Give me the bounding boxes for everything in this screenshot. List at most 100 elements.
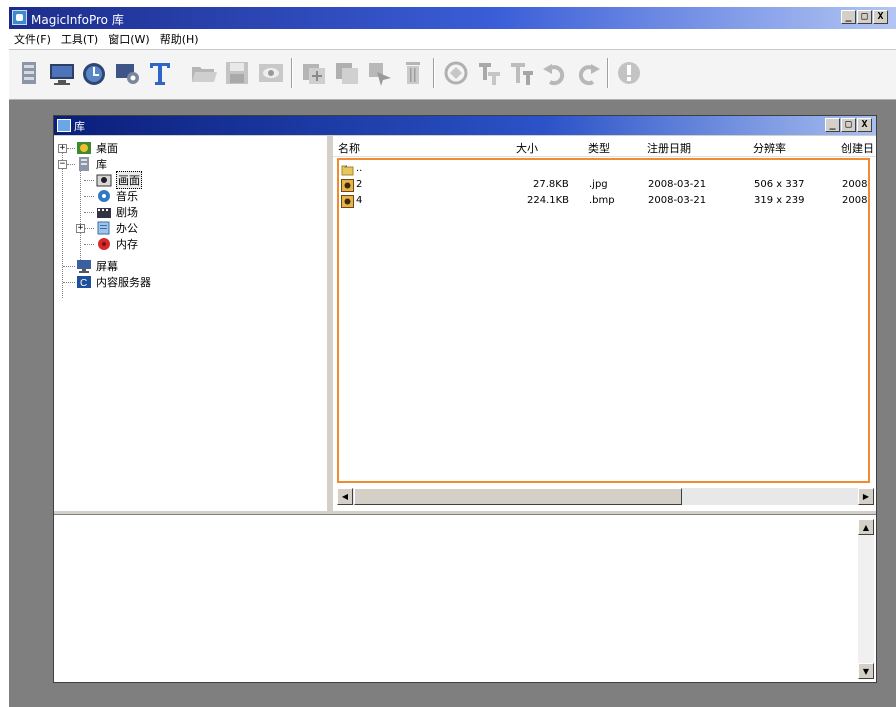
file-list-pane: 名称 大小 类型 注册日期 分辨率 创建日 .. 2 27.8KB .jpg 2… [333,136,876,511]
settings-icon[interactable] [112,58,142,88]
file-size: 27.8KB [533,179,569,190]
open-folder-icon[interactable] [189,58,219,88]
screen-icon[interactable] [47,58,77,88]
scroll-down-button[interactable]: ▼ [858,663,874,679]
menu-window[interactable]: 窗口(W) [103,31,154,47]
app-icon [12,10,27,25]
monitor-icon [76,259,92,273]
library-minimize-button[interactable]: _ [825,118,840,132]
menu-file[interactable]: 文件(F) [9,31,56,47]
library-icon [76,157,92,171]
file-size: 224.1KB [527,195,570,206]
horizontal-scrollbar[interactable]: ◀ ▶ [337,488,874,505]
music-icon [96,189,112,203]
tree-label-theater: 剧场 [116,206,138,219]
file-date: 2008-03-21 [648,195,707,206]
sync-icon[interactable] [441,58,471,88]
tree-label-memory: 内存 [116,238,138,251]
redo-icon[interactable] [573,58,603,88]
tree-item-memory[interactable]: 内存 [96,236,138,252]
horizontal-scroll-thumb[interactable] [354,488,682,505]
library-close-button[interactable]: X [857,118,872,132]
menu-bar: 文件(F) 工具(T) 窗口(W) 帮助(H) [9,29,896,50]
tree-label-screen: 屏幕 [96,260,118,273]
image-file-icon [341,179,354,192]
parent-folder-icon [341,163,354,176]
undo-icon[interactable] [540,58,570,88]
preview-icon[interactable] [256,58,286,88]
tree-item-theater[interactable]: 剧场 [96,204,138,220]
tree-item-office[interactable]: 办公 [96,220,138,236]
library-window: 库 _ □ X + 桌面 − 库 画面 音乐 剧场 + 办公 内存 屏幕 C 内… [53,115,877,683]
library-icon[interactable] [14,58,44,88]
delete-icon[interactable] [398,58,428,88]
save-icon[interactable] [222,58,252,88]
text-align-icon[interactable] [474,58,504,88]
file-name: 2 [356,179,363,190]
parent-folder-label: .. [356,163,363,174]
image-icon [96,173,112,187]
vertical-scrollbar[interactable]: ▲ ▼ [858,519,874,679]
desktop-icon [76,141,92,155]
tree-item-content-server[interactable]: C 内容服务器 [76,274,151,290]
expand-office-toggle[interactable]: + [76,224,85,233]
tree-label-image: 画面 [116,171,142,189]
library-window-icon [57,119,71,132]
scroll-right-button[interactable]: ▶ [858,488,874,505]
file-type: .bmp [589,195,615,206]
expand-desktop-toggle[interactable]: + [58,144,67,153]
tree-item-image[interactable]: 画面 [96,171,142,189]
file-date: 2008-03-21 [648,179,707,190]
tree-label-music: 音乐 [116,190,138,203]
app-title: MagicInfoPro 库 [31,13,124,27]
column-name[interactable]: 名称 [338,140,360,156]
menu-tools[interactable]: 工具(T) [56,31,103,47]
file-name: 4 [356,195,363,206]
column-date[interactable]: 注册日期 [647,140,691,156]
tree-label-office: 办公 [116,222,138,235]
image-file-icon [341,195,354,208]
tree-label-content-server: 内容服务器 [96,276,151,289]
scroll-left-button[interactable]: ◀ [337,488,353,505]
file-resolution: 506 x 337 [754,179,805,190]
close-button[interactable]: X [873,10,888,24]
film-icon [96,205,112,219]
column-resolution[interactable]: 分辨率 [753,140,786,156]
server-icon: C [76,275,92,289]
office-icon [96,221,112,235]
info-icon[interactable] [614,58,644,88]
file-list: .. 2 27.8KB .jpg 2008-03-21 506 x 337 20… [337,158,870,483]
tree-item-library[interactable]: 库 [76,156,107,172]
scroll-up-button[interactable]: ▲ [858,519,874,535]
file-resolution: 319 x 239 [754,195,805,206]
tree-item-screen[interactable]: 屏幕 [76,258,118,274]
column-created[interactable]: 创建日 [841,140,874,156]
table-row[interactable]: 2 27.8KB .jpg 2008-03-21 506 x 337 2008 [339,178,868,194]
menu-help[interactable]: 帮助(H) [155,31,204,47]
table-row[interactable]: 4 224.1KB .bmp 2008-03-21 319 x 239 2008 [339,194,868,210]
minimize-button[interactable]: _ [841,10,856,24]
preview-pane: ▲ ▼ [54,514,876,682]
library-maximize-button[interactable]: □ [841,118,856,132]
file-created: 2008 [842,195,868,206]
library-title-bar[interactable]: 库 _ □ X [54,116,876,135]
svg-text:C: C [80,278,87,289]
tree-label-library: 库 [96,158,107,171]
transfer-icon[interactable] [365,58,395,88]
text-format-icon[interactable] [507,58,537,88]
schedule-icon[interactable] [79,58,109,88]
text-icon[interactable] [145,58,175,88]
maximize-button[interactable]: □ [857,10,872,24]
copy-page-icon[interactable] [332,58,362,88]
collapse-library-toggle[interactable]: − [58,160,67,169]
tree-item-music[interactable]: 音乐 [96,188,138,204]
new-page-icon[interactable] [299,58,329,88]
main-title-bar[interactable]: MagicInfoPro 库 _ □ X [9,7,896,29]
folder-tree: + 桌面 − 库 画面 音乐 剧场 + 办公 内存 屏幕 C 内容服务器 [54,136,330,511]
tree-item-desktop[interactable]: 桌面 [76,140,118,156]
toolbar [9,50,896,100]
column-size[interactable]: 大小 [516,140,538,156]
column-type[interactable]: 类型 [588,140,610,156]
file-created: 2008 [842,179,868,190]
list-item-parent[interactable]: .. [339,162,868,178]
